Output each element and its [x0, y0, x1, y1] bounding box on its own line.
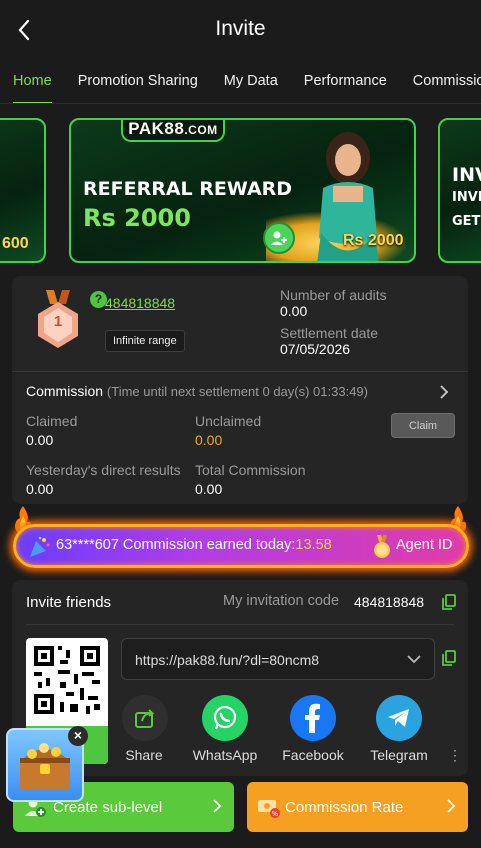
telegram-icon [376, 695, 422, 741]
invite-link: https://pak88.fun/?dl=80ncm8 [135, 652, 320, 668]
banner-next-line3: GET [452, 214, 481, 229]
banner-headline: REFERRAL REWARD [83, 178, 293, 200]
unclaimed-value: 0.00 [195, 432, 223, 448]
share-button[interactable]: Share [122, 695, 168, 763]
audits-label: Number of audits [280, 287, 387, 303]
yesterday-label: Yesterday's direct results [26, 462, 181, 478]
app-header: Invite [0, 0, 481, 60]
facebook-button[interactable]: Facebook [280, 695, 346, 763]
divider [12, 371, 468, 372]
banner-amount: Rs 2000 [83, 204, 191, 232]
banner-badge: Rs 2000 [343, 232, 404, 249]
copy-icon[interactable] [442, 594, 456, 610]
telegram-button[interactable]: Telegram [366, 695, 432, 763]
chevron-right-icon [447, 799, 456, 813]
settlement-value: 07/05/2026 [280, 341, 351, 357]
tab-promotion-sharing[interactable]: Promotion Sharing [78, 60, 198, 103]
copy-link-icon[interactable] [442, 650, 456, 666]
user-id[interactable]: 484818848 [105, 295, 175, 311]
commission-title: Commission [26, 383, 104, 399]
tab-commission[interactable]: Commission [413, 60, 481, 103]
chevron-right-icon[interactable] [439, 384, 449, 400]
close-icon[interactable]: × [68, 726, 88, 746]
level-number: 1 [53, 313, 63, 330]
unclaimed-label: Unclaimed [195, 413, 262, 429]
more-share-icon[interactable]: ⋮ [448, 747, 462, 764]
banner-next-line1: INV [452, 164, 481, 186]
party-popper-icon [30, 536, 50, 557]
brand-logo: PAK88.COM [121, 119, 225, 142]
facebook-icon [290, 695, 336, 741]
banner-carousel[interactable]: 600 PAK88.COM REFERRAL REWARD Rs 2000 Rs… [0, 104, 481, 264]
facebook-label: Facebook [282, 747, 344, 763]
audits-value: 0.00 [280, 303, 308, 319]
money-percent-icon: % [258, 800, 280, 818]
add-friend-icon [263, 222, 295, 254]
brand-name: PAK88 [128, 119, 185, 138]
tab-my-data[interactable]: My Data [224, 60, 278, 103]
invite-link-select[interactable]: https://pak88.fun/?dl=80ncm8 [121, 638, 435, 680]
share-icon [122, 695, 168, 741]
settlement-label: Settlement date [280, 325, 379, 341]
commission-note: (Time until next settlement 0 day(s) 01:… [106, 384, 368, 399]
invite-title: Invite friends [26, 594, 112, 611]
share-label: Share [125, 747, 163, 763]
total-commission-value: 0.00 [195, 481, 223, 497]
banner-slide-next[interactable]: INV INVIT GET [438, 118, 481, 263]
ticker-text: 63****607 Commission earned today: [56, 537, 296, 553]
total-commission-label: Total Commission [195, 462, 306, 478]
range-badge: Infinite range [105, 330, 185, 352]
medal-icon [374, 535, 390, 558]
banner-prev-amount: 600 [2, 235, 29, 252]
ticker-amount: 13.58 [295, 537, 332, 553]
banner-slide-prev[interactable]: 600 [0, 118, 46, 263]
chevron-down-icon [407, 655, 421, 664]
page-title: Invite [215, 17, 266, 40]
ticker-message: 63****607 Commission earned today:13.58 [56, 537, 332, 553]
svg-text:%: % [272, 810, 279, 818]
brand-suffix: .COM [184, 123, 218, 137]
yesterday-value: 0.00 [26, 481, 54, 497]
tab-home[interactable]: Home [13, 60, 52, 103]
commission-ticker: 63****607 Commission earned today:13.58 … [13, 524, 469, 568]
invitation-code: 484818848 [354, 594, 425, 610]
commission-rate-label: Commission Rate [285, 798, 404, 816]
tab-performance[interactable]: Performance [304, 60, 387, 103]
commission-rate-button[interactable]: % Commission Rate [247, 782, 468, 832]
ticker-agent: Agent ID [396, 537, 453, 553]
commission-header[interactable]: Commission (Time until next settlement 0… [26, 383, 368, 399]
whatsapp-button[interactable]: WhatsApp [192, 695, 258, 763]
claimed-label: Claimed [26, 413, 78, 429]
whatsapp-label: WhatsApp [192, 747, 258, 763]
qr-code-image [34, 646, 100, 714]
treasure-chest-widget[interactable]: × [6, 726, 88, 802]
agent-stats-card: 1 ? 484818848 Infinite range Number of a… [12, 276, 468, 504]
claimed-value: 0.00 [26, 432, 54, 448]
whatsapp-icon [202, 695, 248, 741]
claim-button[interactable]: Claim [391, 413, 455, 438]
banner-slide-referral[interactable]: PAK88.COM REFERRAL REWARD Rs 2000 Rs 200… [69, 118, 416, 263]
telegram-label: Telegram [370, 747, 428, 763]
divider [26, 624, 454, 625]
banner-next-line2: INVIT [452, 190, 481, 205]
chevron-right-icon [213, 799, 222, 813]
tab-bar: Home Promotion Sharing My Data Performan… [0, 60, 481, 104]
invitation-code-label: My invitation code [223, 593, 340, 609]
